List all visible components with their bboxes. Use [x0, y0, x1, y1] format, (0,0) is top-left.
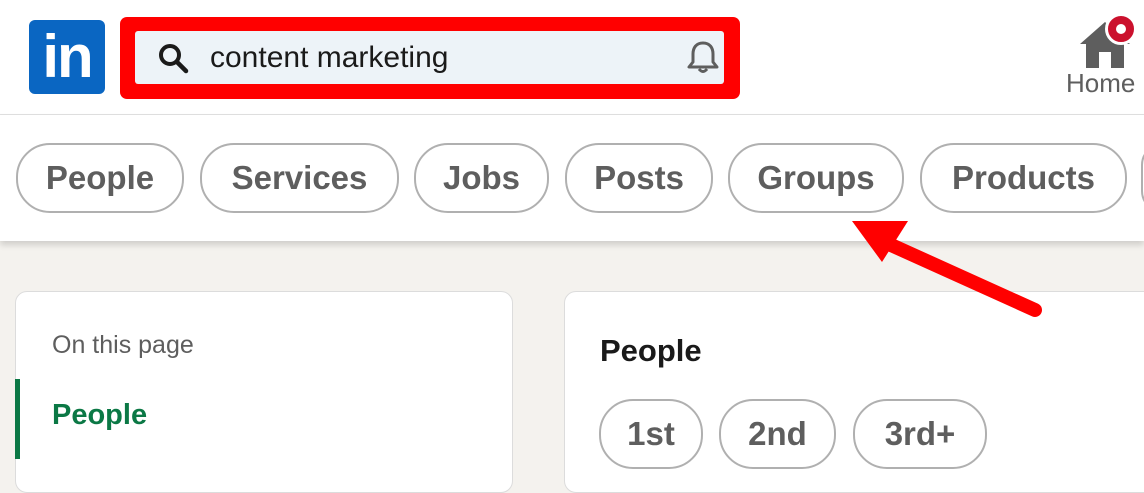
filter-posts[interactable]: Posts	[565, 143, 713, 213]
sidebar-item-people[interactable]: People	[52, 399, 147, 432]
on-this-page-card	[15, 291, 513, 493]
filter-3rd-connections[interactable]: 3rd+	[853, 399, 987, 469]
filter-products[interactable]: Products	[920, 143, 1127, 213]
filter-2nd-connections[interactable]: 2nd	[719, 399, 836, 469]
home-label: Home	[1066, 68, 1136, 98]
filter-services[interactable]: Services	[200, 143, 399, 213]
filter-jobs[interactable]: Jobs	[414, 143, 549, 213]
on-this-page-heading: On this page	[52, 331, 194, 359]
search-icon	[159, 44, 189, 74]
filter-1st-connections[interactable]: 1st	[599, 399, 703, 469]
search-input[interactable]	[210, 38, 670, 78]
section-title: People	[600, 333, 702, 368]
active-indicator	[15, 379, 20, 459]
notification-badge	[1105, 13, 1137, 45]
filter-groups[interactable]: Groups	[728, 143, 904, 213]
linkedin-logo[interactable]: in	[29, 20, 105, 94]
filter-people[interactable]: People	[16, 143, 184, 213]
bell-icon[interactable]	[684, 38, 722, 76]
nav-home[interactable]: Home	[1060, 10, 1144, 110]
